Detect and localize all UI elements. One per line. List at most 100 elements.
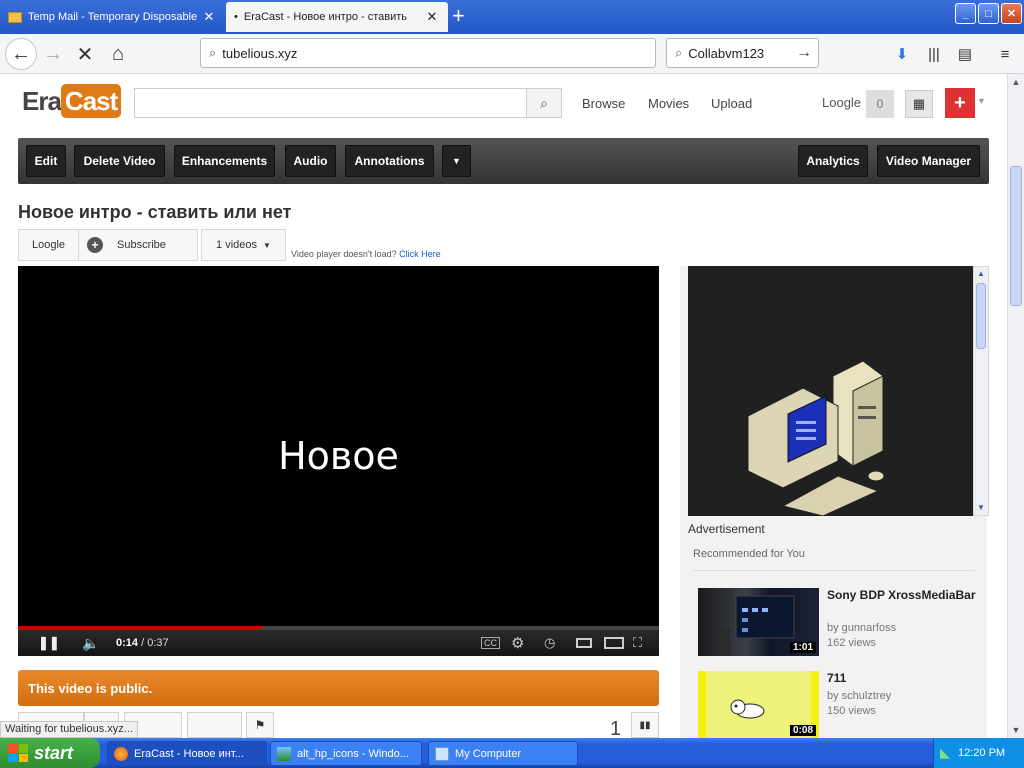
video-thumbnail[interactable]: 1:01 bbox=[698, 588, 819, 656]
gplus-share-icon[interactable]: + bbox=[945, 88, 975, 118]
channel-name-link[interactable]: Loogle bbox=[19, 230, 79, 260]
duration: 0:37 bbox=[147, 637, 169, 649]
taskbar-item-my-computer[interactable]: My Computer bbox=[428, 741, 578, 766]
back-arrow-icon[interactable]: ← bbox=[5, 38, 37, 70]
uploader-name[interactable]: by gunnarfoss bbox=[827, 622, 896, 634]
video-manager-button[interactable]: Video Manager bbox=[877, 145, 980, 177]
maximize-button[interactable]: □ bbox=[978, 3, 999, 24]
nav-browse-link[interactable]: Browse bbox=[582, 96, 625, 111]
uploader-name[interactable]: by schulztrey bbox=[827, 690, 891, 702]
click-here-link[interactable]: Click Here bbox=[399, 249, 441, 259]
network-icon[interactable]: ◣ bbox=[940, 745, 950, 761]
site-logo[interactable]: Era Cast bbox=[22, 84, 122, 118]
advertisement-image[interactable] bbox=[688, 266, 973, 517]
nav-movies-link[interactable]: Movies bbox=[648, 96, 689, 111]
player-note-text: Video player doesn't load? bbox=[291, 249, 397, 259]
taskbar-item-label: alt_hp_icons - Windo... bbox=[297, 747, 409, 760]
pause-icon[interactable]: ❚❚ bbox=[38, 634, 60, 652]
close-window-button[interactable]: ✕ bbox=[1001, 3, 1022, 24]
annotations-button[interactable]: Annotations bbox=[345, 145, 434, 177]
logo-part-era: Era bbox=[22, 86, 62, 116]
tab-eracast[interactable]: • EraCast - Новое интро - ставить ✕ bbox=[226, 2, 448, 32]
taskbar-item-alt-hp-icons[interactable]: alt_hp_icons - Windo... bbox=[270, 741, 422, 766]
scroll-down-icon[interactable]: ▼ bbox=[974, 501, 988, 515]
current-time: 0:14 bbox=[116, 637, 139, 649]
more-dropdown-button[interactable]: ▼ bbox=[442, 145, 471, 177]
scroll-up-icon[interactable]: ▲ bbox=[1008, 74, 1024, 90]
edit-button[interactable]: Edit bbox=[26, 145, 66, 177]
video-player[interactable]: Новое ❚❚ 🔈 0:14 / 0:37 CC ⚙ ◷ ⛶ bbox=[18, 266, 659, 656]
page-scrollbar[interactable]: ▲ ▼ bbox=[1007, 74, 1024, 738]
computer-illustration-icon bbox=[747, 360, 885, 517]
gear-icon[interactable]: ⚙ bbox=[511, 634, 524, 652]
scroll-thumb[interactable] bbox=[976, 283, 986, 349]
site-search-input[interactable] bbox=[134, 88, 527, 118]
video-frame-text: Новое bbox=[278, 434, 399, 478]
video-edit-toolbar: Edit Delete Video Enhancements Audio Ann… bbox=[18, 138, 989, 184]
enhancements-button[interactable]: Enhancements bbox=[174, 145, 275, 177]
browser-search-box[interactable]: ⌕ Collabvm123 → bbox=[666, 38, 819, 68]
video-title: Новое интро - ставить или нет bbox=[18, 202, 292, 222]
page-content: Era Cast ⌕ Browse Movies Upload Loogle 0 … bbox=[0, 74, 1007, 738]
stop-icon[interactable]: ✕ bbox=[70, 39, 100, 69]
analytics-button[interactable]: Analytics bbox=[798, 145, 868, 177]
minimize-button[interactable]: _ bbox=[955, 3, 976, 24]
tab-temp-mail[interactable]: Temp Mail - Temporary Disposable ✕ bbox=[0, 2, 225, 32]
video-thumbnail[interactable]: 0:08 bbox=[698, 671, 819, 738]
forward-arrow-icon[interactable]: → bbox=[38, 39, 68, 69]
go-arrow-icon[interactable]: → bbox=[796, 44, 812, 62]
time-separator: / bbox=[138, 637, 148, 649]
download-icon[interactable]: ⬇ bbox=[890, 42, 914, 66]
scroll-thumb[interactable] bbox=[1010, 166, 1022, 306]
subscribe-label: Subscribe bbox=[117, 239, 166, 251]
captions-icon[interactable]: CC bbox=[481, 637, 500, 649]
scroll-down-icon[interactable]: ▼ bbox=[1008, 722, 1024, 738]
close-icon[interactable]: ✕ bbox=[424, 9, 440, 25]
chevron-down-icon[interactable]: ▼ bbox=[977, 96, 986, 106]
home-icon[interactable]: ⌂ bbox=[103, 39, 133, 69]
apps-grid-icon[interactable]: ▦ bbox=[905, 90, 933, 118]
nav-upload-link[interactable]: Upload bbox=[711, 96, 752, 111]
audio-button[interactable]: Audio bbox=[285, 145, 336, 177]
action-button[interactable] bbox=[187, 712, 242, 738]
hamburger-menu-icon[interactable]: ≡ bbox=[993, 42, 1017, 66]
volume-icon[interactable]: 🔈 bbox=[82, 634, 99, 652]
clock[interactable]: 12:20 PM bbox=[958, 747, 1005, 759]
duration-badge: 0:08 bbox=[789, 725, 816, 736]
ad-scrollbar[interactable]: ▲ ▼ bbox=[973, 266, 989, 516]
url-text: tubelious.xyz bbox=[222, 45, 298, 61]
loading-dot-icon: • bbox=[234, 11, 238, 23]
delete-video-button[interactable]: Delete Video bbox=[74, 145, 165, 177]
browser-tab-strip: Temp Mail - Temporary Disposable ✕ • Era… bbox=[0, 0, 1024, 34]
new-tab-button[interactable]: + bbox=[452, 4, 465, 28]
small-player-icon[interactable] bbox=[576, 638, 592, 648]
sidebar-icon[interactable]: ▤ bbox=[953, 42, 977, 66]
taskbar-item-eracast[interactable]: EraCast - Новое инт... bbox=[107, 741, 267, 766]
flag-icon[interactable]: ⚑ bbox=[246, 712, 274, 738]
stats-icon[interactable]: ▮▮ bbox=[631, 712, 659, 738]
system-tray: ◣ 12:20 PM bbox=[933, 738, 1024, 768]
video-title-link[interactable]: 711 bbox=[827, 671, 977, 686]
tab-title: EraCast - Новое интро - ставить bbox=[243, 11, 408, 23]
windows-taskbar: start EraCast - Новое инт... alt_hp_icon… bbox=[0, 738, 1024, 768]
fullscreen-icon[interactable]: ⛶ bbox=[633, 634, 642, 652]
large-player-icon[interactable] bbox=[604, 637, 624, 649]
videos-count-dropdown[interactable]: 1 videos ▼ bbox=[201, 229, 286, 261]
close-icon[interactable]: ✕ bbox=[201, 9, 217, 25]
scroll-up-icon[interactable]: ▲ bbox=[974, 267, 988, 281]
start-button[interactable]: start bbox=[0, 738, 100, 768]
start-label: start bbox=[34, 742, 74, 763]
recommended-video-item[interactable]: 1:01 Sony BDP XrossMediaBar by gunnarfos… bbox=[698, 588, 983, 660]
advertisement-label: Advertisement bbox=[688, 522, 765, 536]
library-icon[interactable]: ||| bbox=[922, 42, 946, 66]
video-title-link[interactable]: Sony BDP XrossMediaBar bbox=[827, 588, 977, 603]
taskbar-item-label: My Computer bbox=[455, 747, 522, 760]
watch-later-icon[interactable]: ◷ bbox=[544, 634, 555, 652]
recommended-video-item[interactable]: 0:08 711 by schulztrey 150 views bbox=[698, 671, 983, 738]
search-button[interactable]: ⌕ bbox=[526, 88, 562, 118]
subscribe-button[interactable]: + Subscribe bbox=[79, 230, 197, 260]
notification-count-badge[interactable]: 0 bbox=[866, 90, 894, 118]
url-bar[interactable]: ⌕ tubelious.xyz bbox=[200, 38, 656, 68]
search-icon: ⌕ bbox=[209, 45, 217, 60]
user-name[interactable]: Loogle bbox=[822, 95, 861, 110]
